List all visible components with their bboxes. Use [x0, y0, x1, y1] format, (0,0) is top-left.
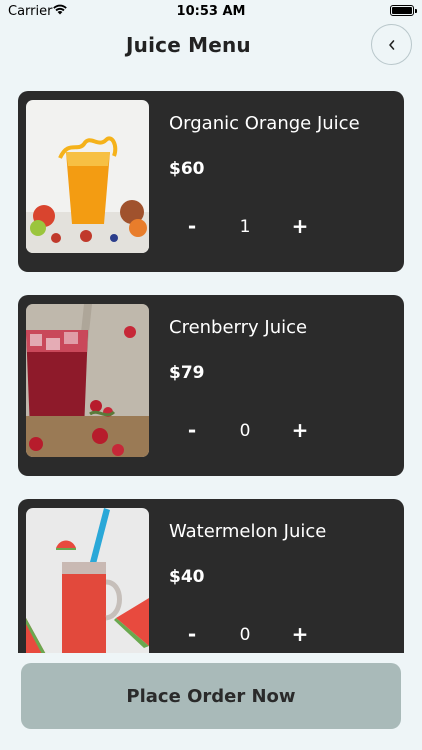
quantity-stepper: - 1 +: [178, 215, 309, 239]
juice-price: $79: [169, 363, 205, 383]
juice-price: $40: [169, 567, 205, 587]
juice-name: Watermelon Juice: [169, 521, 327, 542]
juice-list[interactable]: Organic Orange Juice $60 - 1 + Crenberry…: [18, 91, 404, 653]
clock: 10:53 AM: [176, 4, 246, 19]
battery-icon: [390, 5, 417, 16]
juice-image-cranberry: [26, 304, 149, 457]
decrease-button[interactable]: -: [178, 419, 206, 443]
juice-image-watermelon: [26, 508, 149, 653]
back-button[interactable]: [371, 24, 412, 65]
place-order-button[interactable]: Place Order Now: [21, 663, 401, 729]
juice-image-orange: [26, 100, 149, 253]
juice-card: Organic Orange Juice $60 - 1 +: [18, 91, 404, 272]
juice-card: Watermelon Juice $40 - 0 +: [18, 499, 404, 653]
page-title: Juice Menu: [126, 33, 251, 57]
quantity-stepper: - 0 +: [178, 623, 309, 647]
status-bar: Carrier 10:53 AM: [0, 0, 422, 24]
increase-button[interactable]: +: [286, 623, 314, 647]
juice-name: Organic Orange Juice: [169, 113, 360, 134]
increase-button[interactable]: +: [286, 215, 314, 239]
decrease-button[interactable]: -: [178, 623, 206, 647]
juice-price: $60: [169, 159, 205, 179]
quantity-stepper: - 0 +: [178, 419, 309, 443]
decrease-button[interactable]: -: [178, 215, 206, 239]
juice-name: Crenberry Juice: [169, 317, 308, 338]
quantity-value: 0: [239, 421, 251, 441]
quantity-value: 0: [239, 625, 251, 645]
quantity-value: 1: [239, 217, 251, 237]
juice-card: Crenberry Juice $79 - 0 +: [18, 295, 404, 476]
increase-button[interactable]: +: [286, 419, 314, 443]
chevron-left-icon: [388, 39, 394, 50]
navigation-bar: Juice Menu: [0, 24, 422, 68]
